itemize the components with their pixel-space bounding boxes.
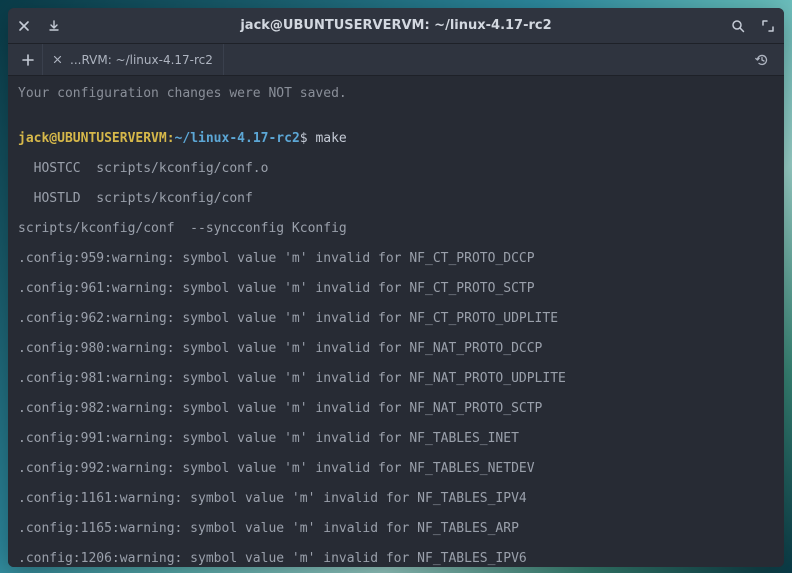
tab-terminal[interactable]: ...RVM: ~/linux-4.17-rc2 xyxy=(42,44,224,75)
new-tab-button[interactable] xyxy=(14,44,42,75)
output-line: scripts/kconfig/conf --syncconfig Kconfi… xyxy=(18,221,774,236)
output-line: .config:1161:warning: symbol value 'm' i… xyxy=(18,491,774,506)
prompt-line: jack@UBUNTUSERVERVM:~/linux-4.17-rc2$ ma… xyxy=(18,131,774,146)
terminal-window: jack@UBUNTUSERVERVM: ~/linux-4.17-rc2 ..… xyxy=(8,8,784,567)
tabbar-spacer xyxy=(224,44,746,75)
prompt-dollar: $ xyxy=(300,131,308,146)
output-line: .config:961:warning: symbol value 'm' in… xyxy=(18,281,774,296)
close-icon[interactable] xyxy=(16,18,32,34)
prompt-command: make xyxy=(315,131,346,146)
output-line: .config:991:warning: symbol value 'm' in… xyxy=(18,431,774,446)
window-title: jack@UBUNTUSERVERVM: ~/linux-4.17-rc2 xyxy=(62,18,730,33)
output-line: .config:959:warning: symbol value 'm' in… xyxy=(18,251,774,266)
download-icon[interactable] xyxy=(46,18,62,34)
output-line: Your configuration changes were NOT save… xyxy=(18,86,774,101)
tabbar: ...RVM: ~/linux-4.17-rc2 xyxy=(8,44,784,76)
output-line: .config:982:warning: symbol value 'm' in… xyxy=(18,401,774,416)
tab-close-icon[interactable] xyxy=(53,53,62,67)
history-icon[interactable] xyxy=(746,44,778,75)
prompt-user: jack@UBUNTUSERVERVM xyxy=(18,131,167,146)
prompt-path: ~/linux-4.17-rc2 xyxy=(175,131,300,146)
maximize-icon[interactable] xyxy=(760,18,776,34)
output-line: .config:981:warning: symbol value 'm' in… xyxy=(18,371,774,386)
output-line: HOSTLD scripts/kconfig/conf xyxy=(18,191,774,206)
output-line: .config:962:warning: symbol value 'm' in… xyxy=(18,311,774,326)
output-line: .config:992:warning: symbol value 'm' in… xyxy=(18,461,774,476)
tab-label: ...RVM: ~/linux-4.17-rc2 xyxy=(70,53,213,67)
output-line: .config:1206:warning: symbol value 'm' i… xyxy=(18,551,774,566)
output-line: .config:1165:warning: symbol value 'm' i… xyxy=(18,521,774,536)
titlebar: jack@UBUNTUSERVERVM: ~/linux-4.17-rc2 xyxy=(8,8,784,44)
output-line: .config:980:warning: symbol value 'm' in… xyxy=(18,341,774,356)
terminal-output[interactable]: Your configuration changes were NOT save… xyxy=(8,76,784,567)
search-icon[interactable] xyxy=(730,18,746,34)
output-line: HOSTCC scripts/kconfig/conf.o xyxy=(18,161,774,176)
